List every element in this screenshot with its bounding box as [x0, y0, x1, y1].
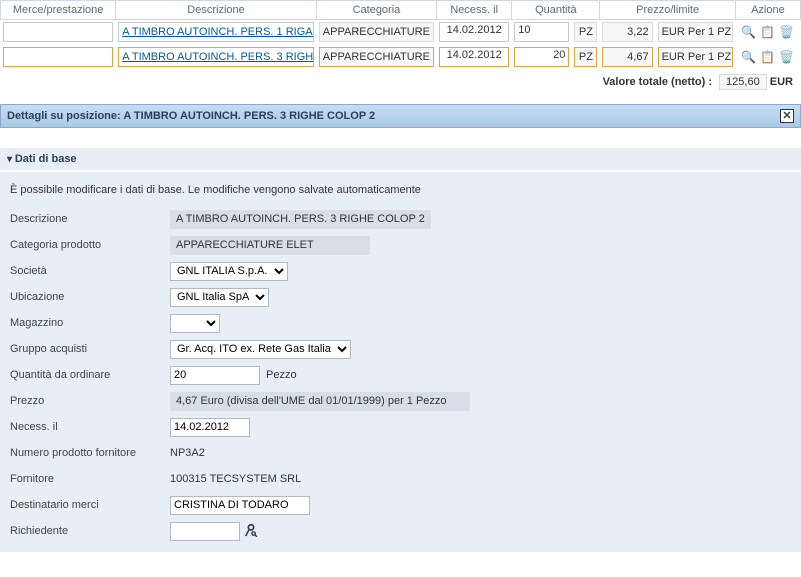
label-mag: Magazzino [10, 317, 170, 329]
select-societa[interactable]: GNL ITALIA S.p.A. [170, 262, 288, 281]
label-soc: Società [10, 265, 170, 277]
field-pn: NP3A2 [170, 447, 205, 459]
qty-unit: Pezzo [266, 369, 297, 381]
total-value: 125,60 [719, 74, 767, 90]
price-cell: 3,22 [602, 22, 652, 42]
label-dest: Destinatario merci [10, 499, 170, 511]
field-cat: APPARECCHIATURE ELET [170, 236, 370, 255]
label-necess: Necess. il [10, 421, 170, 433]
label-desc: Descrizione [10, 213, 170, 225]
group-header-base[interactable]: Dati di base [0, 148, 801, 170]
merce-input[interactable] [3, 22, 113, 42]
per-cell: EUR Per 1 PZ [658, 47, 733, 67]
cat-cell: APPARECCHIATURE ELET [319, 47, 434, 67]
detail-panel-header: Dettagli su posizione: A TIMBRO AUTOINCH… [0, 104, 801, 128]
input-qty[interactable] [170, 366, 260, 385]
label-grp: Gruppo acquisti [10, 343, 170, 355]
price-cell: 4,67 [602, 47, 652, 67]
input-necess[interactable] [170, 418, 250, 437]
form-hint: È possibile modificare i dati di base. L… [10, 184, 791, 196]
date-input[interactable]: 14.02.2012 [439, 47, 509, 67]
qty-input[interactable]: 10 [514, 22, 569, 42]
delete-icon[interactable]: 🗑️ [779, 49, 795, 65]
col-necess: Necess. il [437, 1, 512, 20]
close-icon[interactable]: ✕ [780, 109, 794, 123]
label-qty: Quantità da ordinare [10, 369, 170, 381]
merce-input[interactable] [3, 47, 113, 67]
date-input[interactable]: 14.02.2012 [439, 22, 509, 42]
select-gruppo[interactable]: Gr. Acq. ITO ex. Rete Gas Italia [170, 340, 351, 359]
details-icon[interactable]: 🔍 [741, 49, 757, 65]
field-desc: A TIMBRO AUTOINCH. PERS. 3 RIGHE COLOP 2 [170, 210, 431, 229]
label-cat: Categoria prodotto [10, 239, 170, 251]
label-forn: Fornitore [10, 473, 170, 485]
select-magazzino[interactable] [170, 314, 220, 333]
col-price: Prezzo/limite [600, 1, 735, 20]
col-desc: Descrizione [116, 1, 317, 20]
field-price: 4,67 Euro (divisa dell'UME dal 01/01/199… [170, 392, 470, 411]
detail-title-prefix: Dettagli su posizione: [7, 110, 123, 122]
input-dest[interactable] [170, 496, 310, 515]
input-rich[interactable] [170, 522, 240, 541]
totals-row: Valore totale (netto) : 125,60 EUR [0, 70, 801, 94]
qty-input[interactable]: 20 [514, 47, 569, 67]
label-rich: Richiedente [10, 525, 170, 537]
per-cell: EUR Per 1 PZ [658, 22, 733, 42]
field-forn: 100315 TECSYSTEM SRL [170, 473, 301, 485]
detail-form: È possibile modificare i dati di base. L… [0, 172, 801, 552]
uom-cell: PZ [574, 22, 597, 42]
total-label: Valore totale (netto) : [603, 76, 712, 88]
col-cat: Categoria [316, 1, 436, 20]
table-row: A TIMBRO AUTOINCH. PERS. 3 RIGHE COLOP 2… [1, 45, 801, 70]
delete-icon[interactable]: 🗑️ [779, 24, 795, 40]
cat-cell: APPARECCHIATURE ELET [319, 22, 434, 42]
detail-title-item: A TIMBRO AUTOINCH. PERS. 3 RIGHE COLOP 2 [123, 110, 375, 122]
label-pn: Numero prodotto fornitore [10, 447, 170, 459]
col-azione: Azione [735, 1, 800, 20]
details-icon[interactable]: 🔍 [741, 24, 757, 40]
label-price: Prezzo [10, 395, 170, 407]
col-merce: Merce/prestazione [1, 1, 116, 20]
search-icon[interactable] [244, 523, 258, 540]
copy-icon[interactable]: 📋 [760, 49, 776, 65]
total-currency: EUR [770, 76, 793, 88]
desc-link[interactable]: A TIMBRO AUTOINCH. PERS. 3 RIGHE COLOP 2 [118, 47, 314, 67]
items-table: Merce/prestazione Descrizione Categoria … [0, 0, 801, 70]
uom-cell: PZ [574, 47, 597, 67]
table-row: A TIMBRO AUTOINCH. PERS. 1 RIGA COLOP 20… [1, 20, 801, 45]
col-qty: Quantità [512, 1, 600, 20]
desc-link[interactable]: A TIMBRO AUTOINCH. PERS. 1 RIGA COLOP 20 [118, 22, 314, 42]
select-ubicazione[interactable]: GNL Italia SpA [170, 288, 269, 307]
label-ubi: Ubicazione [10, 291, 170, 303]
copy-icon[interactable]: 📋 [760, 24, 776, 40]
